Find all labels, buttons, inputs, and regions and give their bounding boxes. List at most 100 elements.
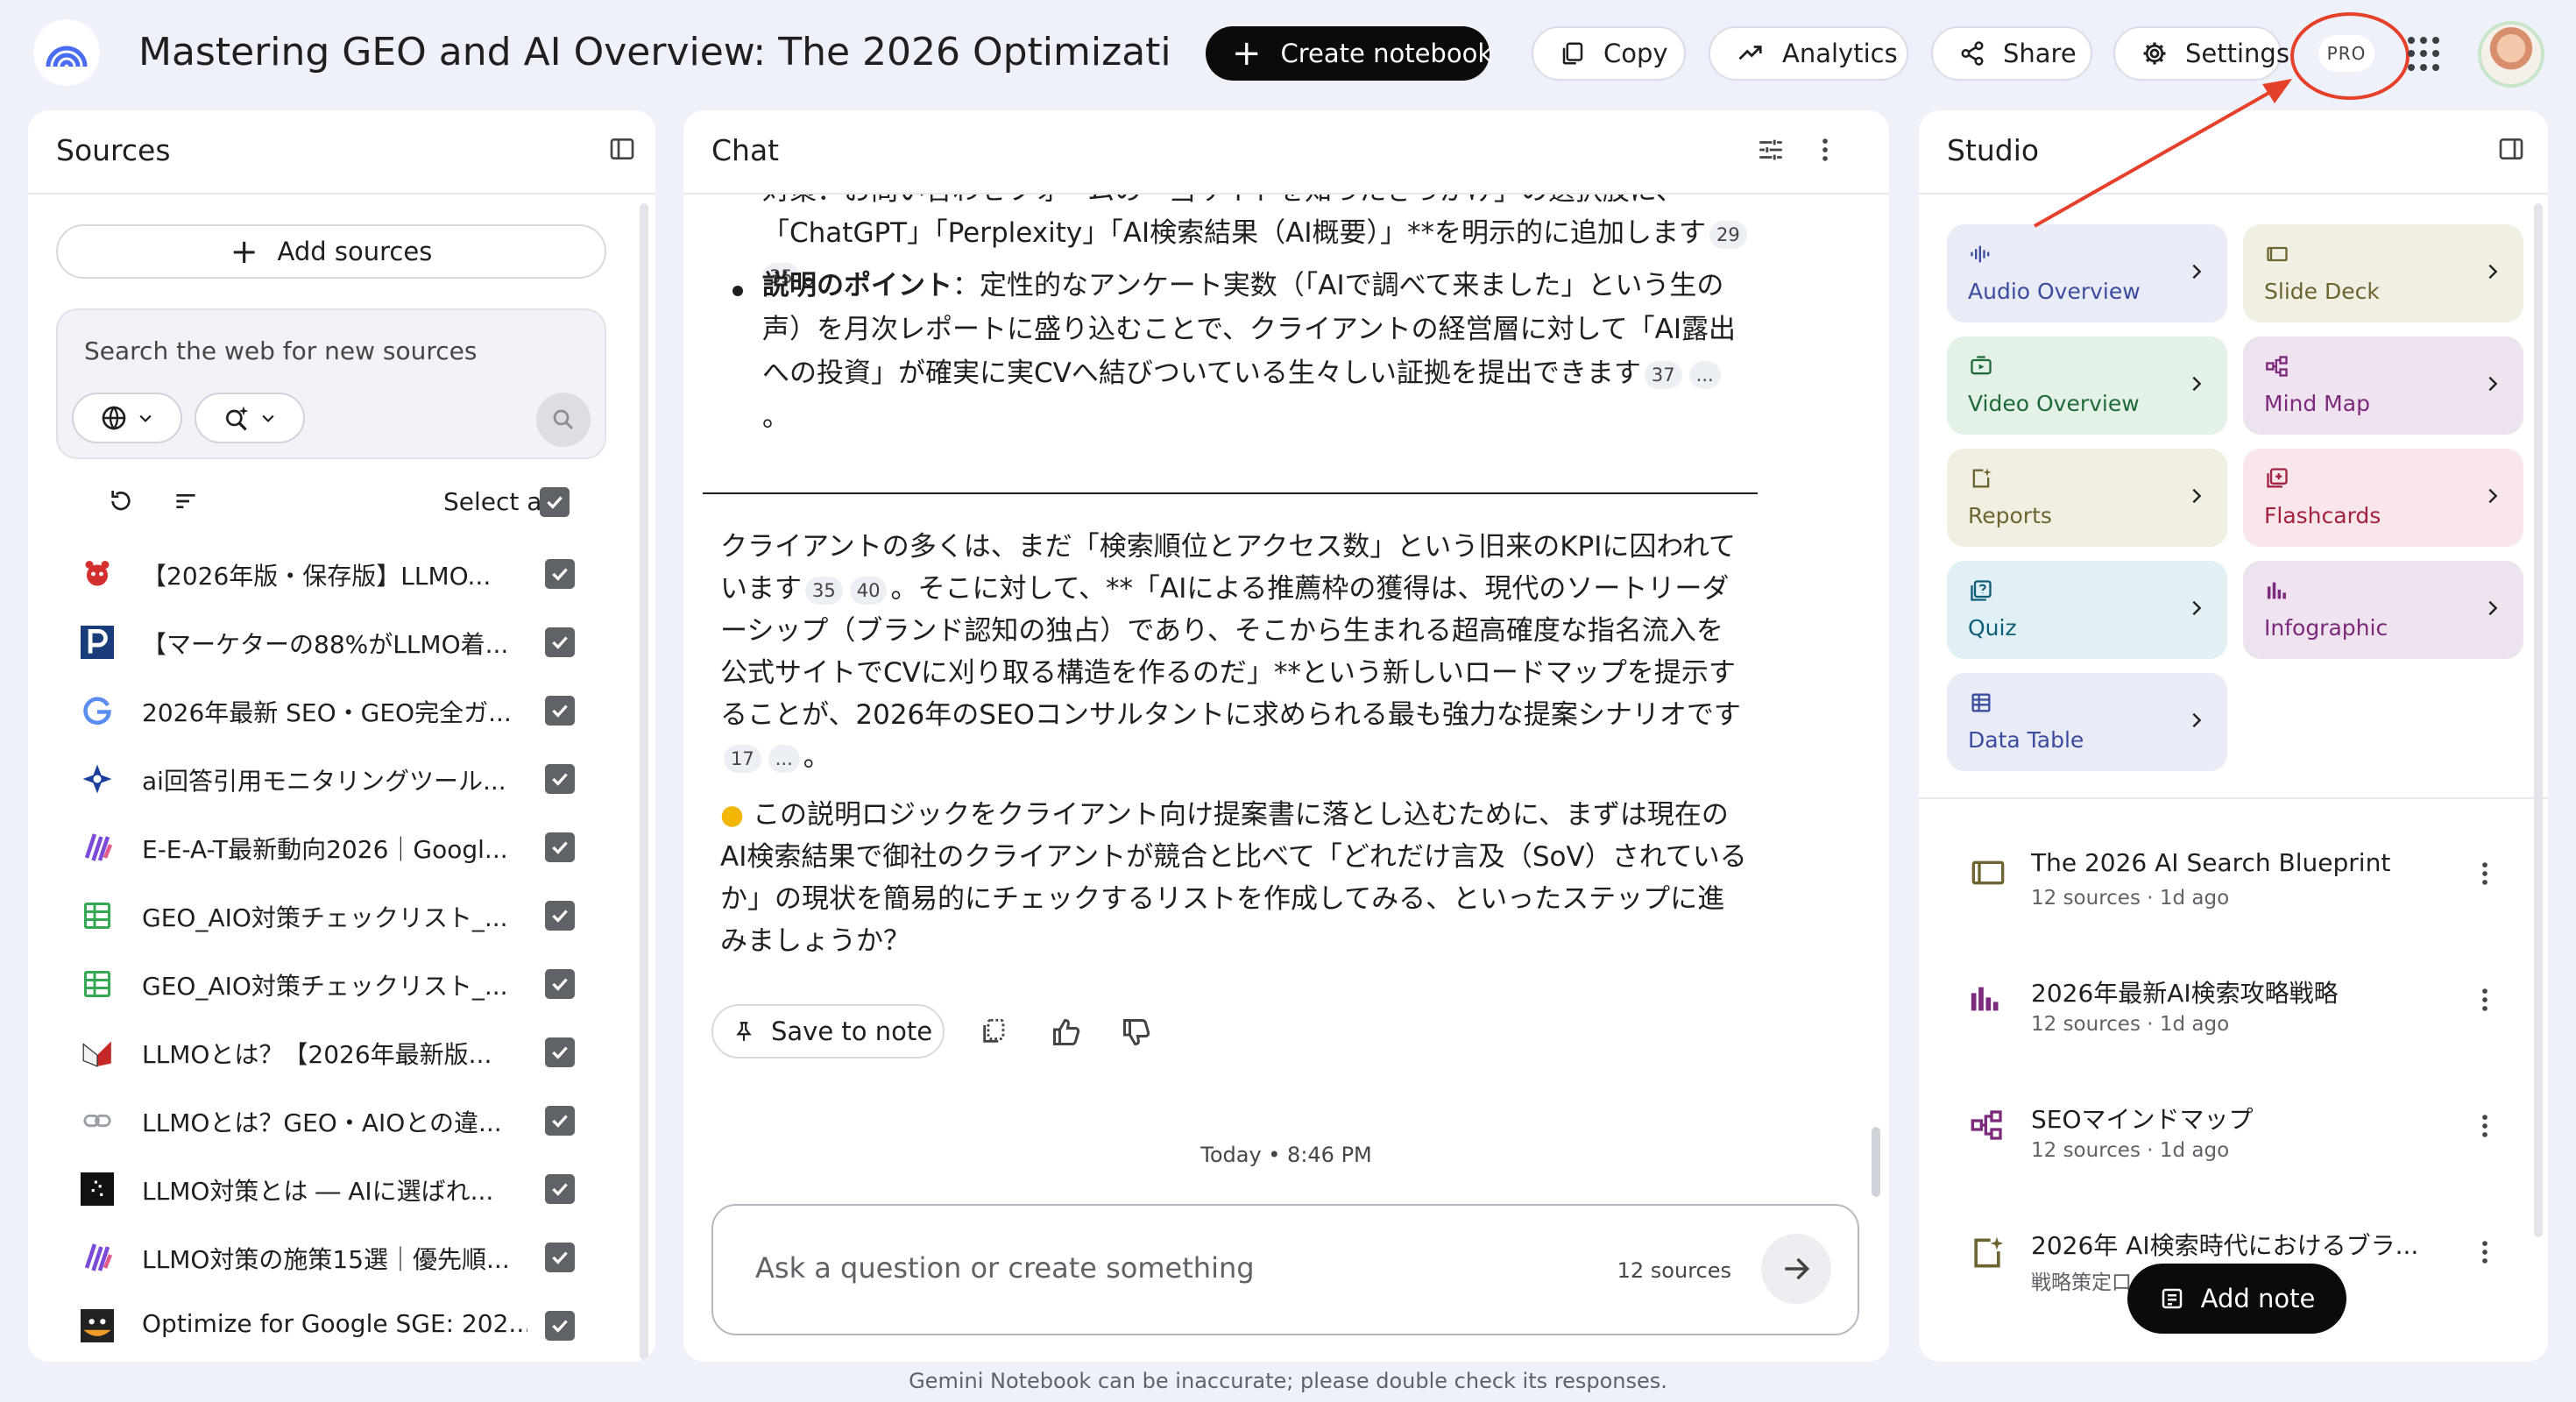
chat-input[interactable]: Ask a question or create something [755, 1251, 1255, 1285]
source-item[interactable]: LLMO対策とは ― AIに選ばれ... [28, 1155, 641, 1223]
studio-note-item[interactable]: SEOマインドマップ 12 sources · 1d ago [1919, 1074, 2548, 1188]
source-checkbox[interactable] [545, 1037, 575, 1067]
chat-header: Chat [683, 110, 1889, 195]
web-search-box: Search the web for new sources [56, 308, 606, 459]
flashcards-tile[interactable]: Flashcards [2243, 449, 2523, 547]
source-item[interactable]: GEO_AIO対策チェックリスト_... [28, 882, 641, 950]
scrollbar[interactable] [2534, 203, 2543, 1237]
sparkle-search-icon [226, 406, 249, 431]
audio-overview-tile[interactable]: Audio Overview [1947, 224, 2227, 322]
sort-icon[interactable] [172, 487, 200, 515]
more-citations-chip[interactable]: ... [768, 744, 800, 773]
flashcards-label: Flashcards [2264, 503, 2381, 528]
scrollbar[interactable] [1872, 1127, 1880, 1197]
citation-chip[interactable]: 37 [1644, 360, 1682, 389]
more-vert-icon[interactable] [2480, 985, 2490, 1015]
chat-input-box[interactable]: Ask a question or create something 12 so… [711, 1204, 1859, 1335]
slides-icon [1968, 855, 2008, 894]
create-notebook-button[interactable]: + Create notebook [1206, 26, 1492, 81]
citation-chip[interactable]: 17 [724, 744, 761, 773]
source-item[interactable]: E-E-A-T最新動向2026｜Googl... [28, 813, 641, 882]
studio-note-item[interactable]: 2026年最新AI検索攻略戦略 12 sources · 1d ago [1919, 948, 2548, 1062]
chat-text: 。 [803, 741, 831, 773]
more-vert-icon[interactable] [2480, 1111, 2490, 1141]
mind-map-label: Mind Map [2264, 391, 2370, 416]
studio-note-item[interactable]: The 2026 AI Search Blueprint 12 sources ·… [1919, 822, 2548, 936]
quiz-tile[interactable]: Quiz [1947, 561, 2227, 659]
check-icon [552, 705, 568, 718]
source-name: LLMOとは？【2026年最新版... [142, 1040, 492, 1069]
add-note-button[interactable]: Add note [2127, 1264, 2346, 1334]
thumbs-down-icon[interactable] [1120, 1016, 1153, 1048]
citation-chip[interactable]: 40 [849, 576, 888, 605]
copy-icon[interactable] [980, 1016, 1009, 1046]
mind-map-tile[interactable]: Mind Map [2243, 336, 2523, 435]
citation-chip[interactable]: 35 [805, 576, 843, 605]
source-item[interactable]: ai回答引用モニタリングツール... [28, 745, 641, 813]
top-header: Mastering GEO and AI Overview: The 2026 … [0, 0, 2576, 105]
source-item[interactable]: 2026年最新 SEO・GEO完全ガ... [28, 676, 641, 745]
more-vert-icon[interactable] [1819, 135, 1831, 165]
notebook-title[interactable]: Mastering GEO and AI Overview: The 2026 … [138, 30, 1172, 74]
m-logo-icon [81, 1036, 114, 1069]
source-item[interactable]: 【2026年版・保存版】LLMO... [28, 540, 641, 608]
reports-tile[interactable]: Reports [1947, 449, 2227, 547]
source-checkbox[interactable] [545, 969, 575, 999]
more-vert-icon[interactable] [2480, 859, 2490, 889]
source-item[interactable]: LLMOとは？GEO・AIOとの違... [28, 1087, 641, 1155]
source-checkbox[interactable] [545, 1174, 575, 1204]
note-meta: 12 sources · 1d ago [2031, 1013, 2230, 1036]
search-submit-button[interactable] [536, 393, 591, 447]
select-all-label: Select all [443, 487, 556, 516]
share-button[interactable]: Share [1931, 26, 2092, 81]
source-item[interactable]: Optimize for Google SGE: 202... [28, 1292, 641, 1360]
tune-icon[interactable] [1756, 135, 1786, 165]
source-checkbox[interactable] [545, 901, 575, 931]
source-checkbox[interactable] [545, 627, 575, 657]
thumbs-up-icon[interactable] [1050, 1016, 1083, 1048]
collapse-panel-icon[interactable] [2497, 135, 2525, 163]
source-checkbox[interactable] [545, 1243, 575, 1272]
copy-button[interactable]: Copy [1532, 26, 1686, 81]
audio-wave-icon [1971, 245, 1990, 263]
research-mode-dropdown[interactable] [195, 393, 305, 443]
avatar[interactable] [2478, 21, 2544, 88]
video-overview-tile[interactable]: Video Overview [1947, 336, 2227, 435]
data-table-tile[interactable]: Data Table [1947, 673, 2227, 771]
app-logo-icon[interactable] [33, 19, 100, 86]
share-icon [1961, 41, 1984, 66]
settings-button[interactable]: Settings [2113, 26, 2289, 81]
add-sources-button[interactable]: + Add sources [56, 224, 606, 279]
send-button[interactable] [1761, 1234, 1831, 1304]
source-checkbox[interactable] [545, 832, 575, 862]
chat-text-line: 17...。 [720, 736, 831, 778]
citation-chip[interactable]: 29 [1709, 220, 1747, 249]
apps-grid-icon[interactable] [2408, 37, 2443, 72]
save-to-note-button[interactable]: Save to note [711, 1004, 945, 1059]
source-item[interactable]: LLMOとは？【2026年最新版... [28, 1018, 641, 1087]
plus-icon: + [1232, 33, 1262, 74]
copy-label: Copy [1603, 39, 1668, 68]
source-checkbox[interactable] [545, 1311, 575, 1341]
select-all-checkbox[interactable] [540, 487, 570, 517]
source-item[interactable]: 【マーケターの88%がLLMO着... [28, 608, 641, 676]
more-vert-icon[interactable] [2480, 1237, 2490, 1267]
slide-deck-tile[interactable]: Slide Deck [2243, 224, 2523, 322]
web-search-input[interactable]: Search the web for new sources [84, 336, 478, 365]
source-checkbox[interactable] [545, 696, 575, 726]
source-item[interactable]: LLMO対策の施策15選｜優先順... [28, 1223, 641, 1292]
source-checkbox[interactable] [545, 559, 575, 589]
collapse-panel-icon[interactable] [608, 135, 636, 163]
source-item[interactable]: GEO_AIO対策チェックリスト_... [28, 950, 641, 1018]
source-name: 【マーケターの88%がLLMO着... [142, 630, 509, 659]
infographic-tile[interactable]: Infographic [2243, 561, 2523, 659]
studio-title: Studio [1947, 133, 2040, 167]
source-checkbox[interactable] [545, 1106, 575, 1136]
pin-icon [736, 1022, 752, 1041]
scrollbar[interactable] [640, 203, 648, 1360]
source-checkbox[interactable] [545, 764, 575, 794]
web-source-dropdown[interactable] [72, 393, 182, 443]
more-citations-chip[interactable]: ... [1688, 360, 1721, 389]
analytics-button[interactable]: Analytics [1709, 26, 1908, 81]
refresh-icon[interactable] [107, 487, 135, 515]
